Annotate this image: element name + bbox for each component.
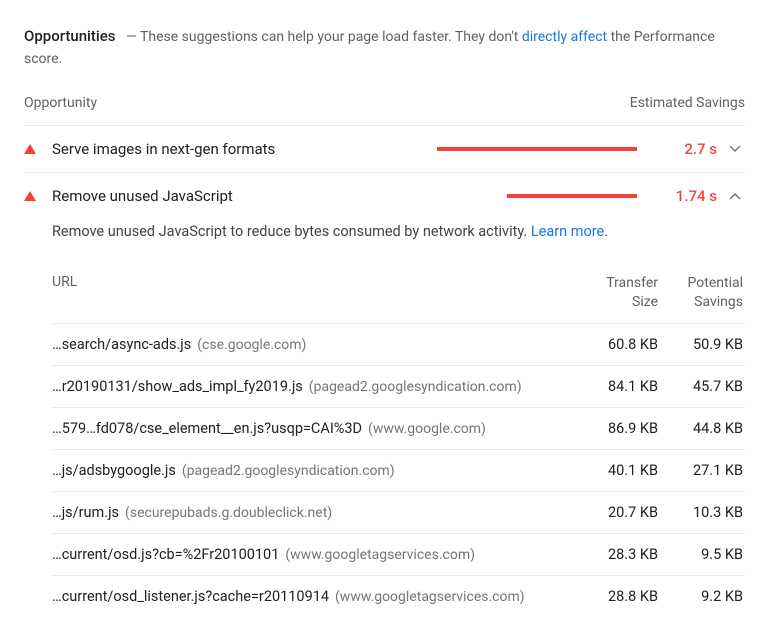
transfer-cell: 84.1 KB — [573, 378, 658, 395]
url-host: (www.google.com) — [368, 421, 486, 437]
url-path: …current/osd_listener.js?cache=r20110914 — [52, 588, 329, 605]
table-header-transfer: Transfer Size — [573, 274, 658, 313]
column-savings: Estimated Savings — [630, 95, 745, 111]
opportunity-title: Serve images in next-gen formats — [52, 140, 437, 158]
opportunities-title: Opportunities — [24, 27, 115, 45]
savings-cell: 45.7 KB — [658, 378, 743, 395]
directly-affect-link[interactable]: directly affect — [522, 29, 607, 45]
table-row: …579…fd078/cse_element__en.js?usqp=CAI%3… — [52, 407, 745, 449]
transfer-cell: 60.8 KB — [573, 336, 658, 353]
table-header-row: URL Transfer Size Potential Savings — [52, 264, 745, 323]
table-header-url: URL — [52, 274, 573, 313]
url-cell: …search/async-ads.js (cse.google.com) — [52, 336, 573, 353]
description-text: Remove unused JavaScript to reduce bytes… — [52, 223, 531, 240]
url-path: …js/rum.js — [52, 504, 119, 521]
header-dash: — — [119, 29, 140, 45]
url-path: …search/async-ads.js — [52, 336, 191, 353]
header-text-prefix: These suggestions can help your page loa… — [140, 29, 522, 45]
url-cell: …579…fd078/cse_element__en.js?usqp=CAI%3… — [52, 420, 573, 437]
transfer-cell: 20.7 KB — [573, 504, 658, 521]
savings-cell: 50.9 KB — [658, 336, 743, 353]
opportunity-expanded-content: Remove unused JavaScript to reduce bytes… — [24, 219, 745, 617]
url-host: (pagead2.googlesyndication.com) — [309, 379, 522, 395]
opportunity-title: Remove unused JavaScript — [52, 187, 437, 205]
url-cell: …r20190131/show_ads_impl_fy2019.js (pagea… — [52, 378, 573, 395]
column-opportunity: Opportunity — [24, 95, 97, 111]
learn-more-link[interactable]: Learn more — [531, 223, 604, 240]
url-host: (www.googletagservices.com) — [285, 547, 475, 563]
table-row: …js/adsbygoogle.js (pagead2.googlesyndica… — [52, 449, 745, 491]
columns-header: Opportunity Estimated Savings — [24, 95, 745, 111]
table-row: …current/osd.js?cb=%2Fr20100101 (www.goog… — [52, 533, 745, 575]
transfer-cell: 28.3 KB — [573, 546, 658, 563]
savings-cell: 9.5 KB — [658, 546, 743, 563]
opportunity-row-nextgen-images[interactable]: Serve images in next-gen formats 2.7 s — [24, 125, 745, 172]
url-host: (securepubads.g.doubleclick.net) — [125, 505, 332, 521]
period: . — [604, 223, 608, 240]
chevron-down-icon[interactable] — [725, 145, 745, 153]
url-host: (cse.google.com) — [197, 337, 306, 353]
transfer-cell: 28.8 KB — [573, 588, 658, 605]
savings-cell: 9.2 KB — [658, 588, 743, 605]
url-path: …r20190131/show_ads_impl_fy2019.js — [52, 378, 303, 395]
chevron-up-icon[interactable] — [725, 192, 745, 200]
opportunities-header: Opportunities — These suggestions can he… — [24, 24, 745, 71]
table-row: …r20190131/show_ads_impl_fy2019.js (pagea… — [52, 365, 745, 407]
table-row: …js/rum.js (securepubads.g.doubleclick.ne… — [52, 491, 745, 533]
table-row: …search/async-ads.js (cse.google.com) 60.8… — [52, 323, 745, 365]
opportunity-description: Remove unused JavaScript to reduce bytes… — [52, 223, 745, 240]
savings-cell: 44.8 KB — [658, 420, 743, 437]
savings-cell: 10.3 KB — [658, 504, 743, 521]
transfer-cell: 86.9 KB — [573, 420, 658, 437]
savings-bar — [437, 147, 637, 151]
table-body: …search/async-ads.js (cse.google.com) 60.8… — [52, 323, 745, 617]
savings-cell: 27.1 KB — [658, 462, 743, 479]
transfer-cell: 40.1 KB — [573, 462, 658, 479]
url-cell: …js/adsbygoogle.js (pagead2.googlesyndica… — [52, 462, 573, 479]
warning-triangle-icon — [24, 144, 36, 154]
url-cell: …js/rum.js (securepubads.g.doubleclick.ne… — [52, 504, 573, 521]
opportunity-row-unused-js[interactable]: Remove unused JavaScript 1.74 s — [24, 172, 745, 219]
savings-bar — [437, 194, 637, 198]
url-path: …js/adsbygoogle.js — [52, 462, 176, 479]
savings-value: 1.74 s — [657, 187, 717, 205]
url-path: …current/osd.js?cb=%2Fr20100101 — [52, 546, 279, 563]
table-header-savings: Potential Savings — [658, 274, 743, 313]
warning-triangle-icon — [24, 191, 36, 201]
table-row: …current/osd_listener.js?cache=r20110914… — [52, 575, 745, 617]
url-cell: …current/osd.js?cb=%2Fr20100101 (www.goog… — [52, 546, 573, 563]
url-cell: …current/osd_listener.js?cache=r20110914… — [52, 588, 573, 605]
savings-value: 2.7 s — [657, 140, 717, 158]
url-path: …579…fd078/cse_element__en.js?usqp=CAI%3… — [52, 420, 362, 437]
url-host: (pagead2.googlesyndication.com) — [182, 463, 395, 479]
